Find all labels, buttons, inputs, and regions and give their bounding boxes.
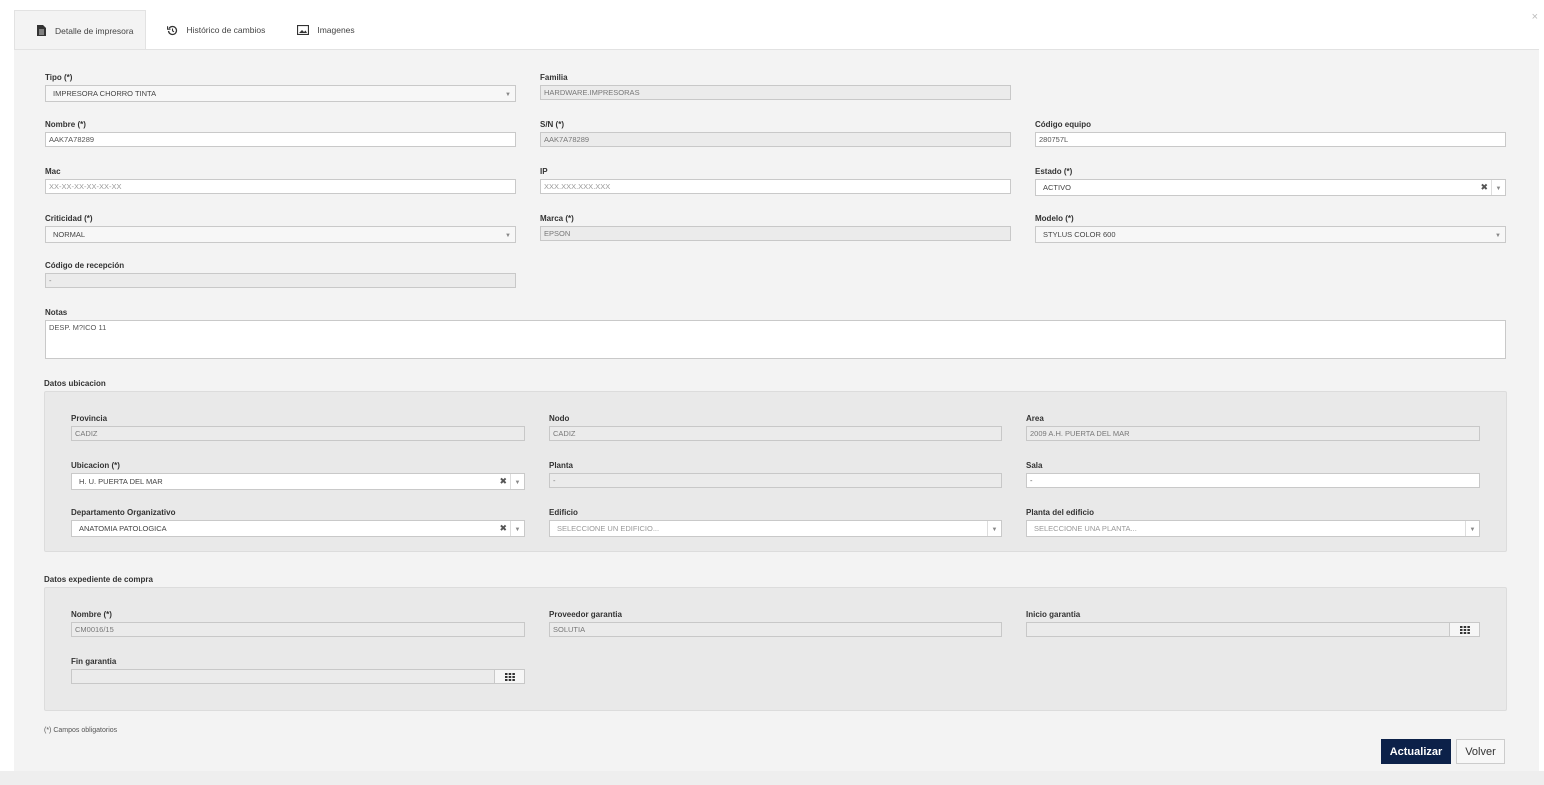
chevron-down-icon: ▼ [510, 521, 524, 536]
chevron-down-icon: ▼ [1491, 180, 1505, 195]
tab-historico-cambios[interactable]: Histórico de cambios [146, 10, 277, 50]
criticidad-value: NORMAL [53, 230, 86, 239]
modelo-select[interactable]: STYLUS COLOR 600 ▼ [1035, 226, 1506, 243]
tipo-label: Tipo (*) [45, 73, 73, 82]
compra-nombre-field: CM0016/15 [71, 622, 525, 637]
ubicacion-section-title: Datos ubicacion [44, 379, 106, 388]
inicio-garantia-field[interactable] [1026, 622, 1480, 637]
edificio-select[interactable]: SELECCIONE UN EDIFICIO... ▼ [549, 520, 1002, 537]
compra-section-title: Datos expediente de compra [44, 575, 153, 584]
codigo-equipo-field[interactable]: 280757L [1035, 132, 1506, 147]
familia-label: Familia [540, 73, 568, 82]
estado-select[interactable]: ACTIVO ✖ ▼ [1035, 179, 1506, 196]
codigo-recepcion-label: Código de recepción [45, 261, 125, 270]
modelo-label: Modelo (*) [1035, 214, 1074, 223]
codigo-equipo-label: Código equipo [1035, 120, 1091, 129]
sala-label: Sala [1026, 461, 1043, 470]
planta-label: Planta [549, 461, 574, 470]
provincia-field: CADIZ [71, 426, 525, 441]
codigo-recepcion-field: - [45, 273, 516, 288]
bottom-strip [0, 771, 1544, 785]
tipo-select[interactable]: IMPRESORA CHORRO TINTA ▼ [45, 85, 516, 102]
tab-label: Histórico de cambios [186, 25, 266, 35]
calendar-icon[interactable] [494, 670, 524, 683]
marca-label: Marca (*) [540, 214, 574, 223]
proveedor-field: SOLUTIA [549, 622, 1002, 637]
ip-field[interactable]: XXX.XXX.XXX.XXX [540, 179, 1011, 194]
actualizar-button[interactable]: Actualizar [1381, 739, 1451, 764]
chevron-down-icon: ▼ [505, 92, 511, 98]
edificio-placeholder: SELECCIONE UN EDIFICIO... [557, 524, 660, 533]
chevron-down-icon: ▼ [510, 474, 524, 489]
chevron-down-icon: ▼ [1495, 233, 1501, 239]
ubicacion-label: Ubicacion (*) [71, 461, 120, 470]
area-label: Area [1026, 414, 1044, 423]
tab-imagenes[interactable]: Imagenes [277, 10, 366, 50]
estado-value: ACTIVO [1043, 183, 1071, 192]
planta-edificio-label: Planta del edificio [1026, 508, 1095, 517]
compra-nombre-label: Nombre (*) [71, 610, 112, 619]
familia-field: HARDWARE.IMPRESORAS [540, 85, 1011, 100]
ubicacion-select[interactable]: H. U. PUERTA DEL MAR ✖ ▼ [71, 473, 525, 490]
inicio-garantia-label: Inicio garantia [1026, 610, 1081, 619]
provincia-label: Provincia [71, 414, 108, 423]
tab-label: Imagenes [317, 25, 355, 35]
notas-label: Notas [45, 308, 68, 317]
close-icon[interactable]: × [1532, 11, 1538, 23]
departamento-value: ANATOMIA PATOLOGICA [79, 524, 167, 533]
departamento-label: Departamento Organizativo [71, 508, 176, 517]
modelo-value: STYLUS COLOR 600 [1043, 230, 1116, 239]
compra-fieldset [44, 587, 1507, 711]
mac-field[interactable]: XX-XX-XX-XX-XX-XX [45, 179, 516, 194]
criticidad-label: Criticidad (*) [45, 214, 93, 223]
tipo-value: IMPRESORA CHORRO TINTA [53, 89, 157, 98]
planta-edificio-placeholder: SELECCIONE UNA PLANTA... [1034, 524, 1137, 533]
proveedor-label: Proveedor garantia [549, 610, 622, 619]
estado-label: Estado (*) [1035, 167, 1073, 176]
notas-textarea[interactable]: DESP. M?ICO 11 [45, 320, 1506, 359]
planta-edificio-select[interactable]: SELECCIONE UNA PLANTA... ▼ [1026, 520, 1480, 537]
edificio-label: Edificio [549, 508, 578, 517]
marca-field: EPSON [540, 226, 1011, 241]
sn-label: S/N (*) [540, 120, 564, 129]
mac-label: Mac [45, 167, 61, 176]
clear-icon[interactable]: ✖ [499, 474, 507, 489]
nombre-label: Nombre (*) [45, 120, 86, 129]
tab-detalle-impresora[interactable]: Detalle de impresora [14, 10, 147, 50]
departamento-select[interactable]: ANATOMIA PATOLOGICA ✖ ▼ [71, 520, 525, 537]
calendar-icon[interactable] [1449, 623, 1479, 636]
history-icon [166, 24, 178, 36]
image-icon [297, 24, 310, 36]
document-icon [35, 25, 47, 37]
fin-garantia-label: Fin garantia [71, 657, 117, 666]
nodo-field: CADIZ [549, 426, 1002, 441]
criticidad-select[interactable]: NORMAL ▼ [45, 226, 516, 243]
fin-garantia-field[interactable] [71, 669, 525, 684]
clear-icon[interactable]: ✖ [1480, 180, 1488, 195]
area-field: 2009 A.H. PUERTA DEL MAR [1026, 426, 1480, 441]
nodo-label: Nodo [549, 414, 570, 423]
required-fields-note: (*) Campos obligatorios [44, 727, 118, 734]
ip-label: IP [540, 167, 548, 176]
chevron-down-icon: ▼ [505, 233, 511, 239]
clear-icon[interactable]: ✖ [499, 521, 507, 536]
planta-field: - [549, 473, 1002, 488]
volver-button[interactable]: Volver [1456, 739, 1505, 764]
ubicacion-value: H. U. PUERTA DEL MAR [79, 477, 163, 486]
sn-field: AAK7A78289 [540, 132, 1011, 147]
tab-bar: Detalle de impresora Histórico de cambio… [14, 10, 367, 50]
chevron-down-icon: ▼ [987, 521, 1001, 536]
nombre-field[interactable]: AAK7A78289 [45, 132, 516, 147]
tab-label: Detalle de impresora [55, 25, 134, 36]
chevron-down-icon: ▼ [1465, 521, 1479, 536]
sala-field[interactable]: - [1026, 473, 1480, 488]
